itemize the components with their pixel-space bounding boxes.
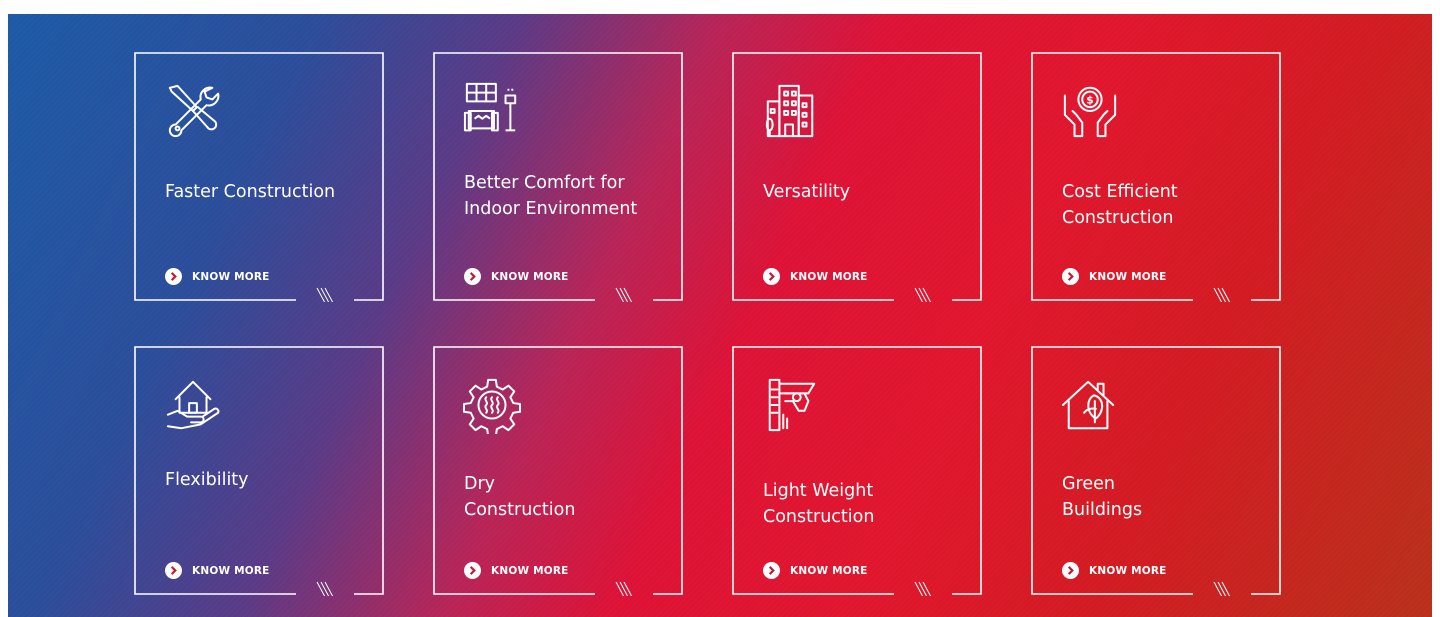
- know-more-label: KNOW MORE: [790, 270, 868, 283]
- feature-card-better-comfort[interactable]: Better Comfort for Indoor Environment KN…: [433, 52, 683, 302]
- chevron-right-icon: [464, 268, 481, 285]
- know-more-link[interactable]: KNOW MORE: [464, 562, 569, 579]
- card-title: Green Buildings: [1062, 474, 1143, 520]
- card-title: Better Comfort for Indoor Environment: [464, 173, 638, 219]
- hands-coin-icon: $: [1061, 82, 1119, 140]
- chevron-right-icon: [763, 562, 780, 579]
- chevron-right-icon: [763, 268, 780, 285]
- know-more-label: KNOW MORE: [192, 564, 270, 577]
- house-in-hand-icon: [164, 376, 222, 434]
- know-more-link[interactable]: KNOW MORE: [165, 268, 270, 285]
- know-more-link[interactable]: KNOW MORE: [165, 562, 270, 579]
- feature-card-versatility[interactable]: Versatility KNOW MORE: [732, 52, 982, 302]
- know-more-label: KNOW MORE: [1089, 270, 1167, 283]
- card-title: Cost Efficient Construction: [1062, 182, 1178, 228]
- know-more-label: KNOW MORE: [1089, 564, 1167, 577]
- feature-card-dry-construction[interactable]: Dry Construction KNOW MORE: [433, 346, 683, 596]
- svg-text:$: $: [1086, 93, 1093, 106]
- know-more-label: KNOW MORE: [491, 564, 569, 577]
- caliper-icon: [762, 376, 820, 434]
- know-more-label: KNOW MORE: [491, 270, 569, 283]
- card-title: Versatility: [763, 182, 851, 202]
- chevron-right-icon: [1062, 562, 1079, 579]
- chevron-right-icon: [464, 562, 481, 579]
- know-more-link[interactable]: KNOW MORE: [1062, 562, 1167, 579]
- card-title: Flexibility: [165, 470, 249, 490]
- feature-card-cost-efficient[interactable]: $ Cost Efficient Construction KNOW MORE: [1031, 52, 1281, 302]
- sofa-window-lamp-icon: [463, 82, 521, 140]
- know-more-link[interactable]: KNOW MORE: [763, 268, 868, 285]
- feature-card-light-weight[interactable]: Light Weight Construction KNOW MORE: [732, 346, 982, 596]
- card-title: Dry Construction: [464, 474, 576, 520]
- house-leaf-icon: [1061, 376, 1119, 434]
- know-more-label: KNOW MORE: [790, 564, 868, 577]
- features-banner: Faster Construction KNOW MORE Better Com…: [8, 14, 1432, 617]
- know-more-link[interactable]: KNOW MORE: [464, 268, 569, 285]
- tools-wrench-screwdriver-icon: [164, 82, 222, 140]
- feature-card-flexibility[interactable]: Flexibility KNOW MORE: [134, 346, 384, 596]
- know-more-label: KNOW MORE: [192, 270, 270, 283]
- card-title: Faster Construction: [165, 182, 336, 202]
- know-more-link[interactable]: KNOW MORE: [763, 562, 868, 579]
- chevron-right-icon: [165, 268, 182, 285]
- card-title: Light Weight Construction: [763, 481, 875, 527]
- know-more-link[interactable]: KNOW MORE: [1062, 268, 1167, 285]
- buildings-icon: [762, 82, 820, 140]
- gear-heat-icon: [463, 376, 521, 434]
- chevron-right-icon: [165, 562, 182, 579]
- chevron-right-icon: [1062, 268, 1079, 285]
- feature-card-green-buildings[interactable]: Green Buildings KNOW MORE: [1031, 346, 1281, 596]
- feature-card-faster-construction[interactable]: Faster Construction KNOW MORE: [134, 52, 384, 302]
